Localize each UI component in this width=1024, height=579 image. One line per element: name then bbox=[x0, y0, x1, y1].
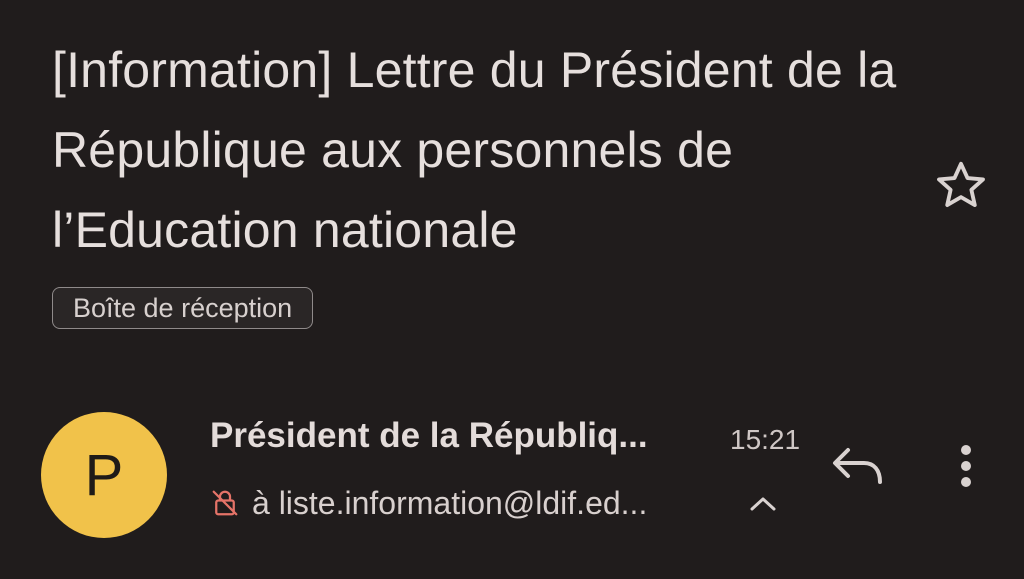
sender-avatar[interactable]: P bbox=[41, 412, 167, 538]
sender-name[interactable]: Président de la Républiq... bbox=[210, 416, 710, 456]
message-time: 15:21 bbox=[730, 424, 801, 455]
label-chip-inbox[interactable]: Boîte de réception bbox=[52, 287, 314, 329]
recipient-row[interactable]: à liste.information@ldif.ed... bbox=[210, 478, 647, 528]
star-icon[interactable] bbox=[932, 157, 990, 215]
label-chip-text: Boîte de réception bbox=[73, 292, 293, 323]
email-subject: [Information] Lettre du Président de la … bbox=[52, 42, 897, 258]
lock-crossed-icon bbox=[210, 488, 240, 518]
avatar-letter: P bbox=[84, 442, 124, 508]
reply-icon[interactable] bbox=[828, 440, 888, 494]
more-vert-icon[interactable] bbox=[946, 438, 986, 498]
recipient-address: à liste.information@ldif.ed... bbox=[252, 484, 648, 521]
chevron-up-icon[interactable] bbox=[746, 490, 780, 518]
